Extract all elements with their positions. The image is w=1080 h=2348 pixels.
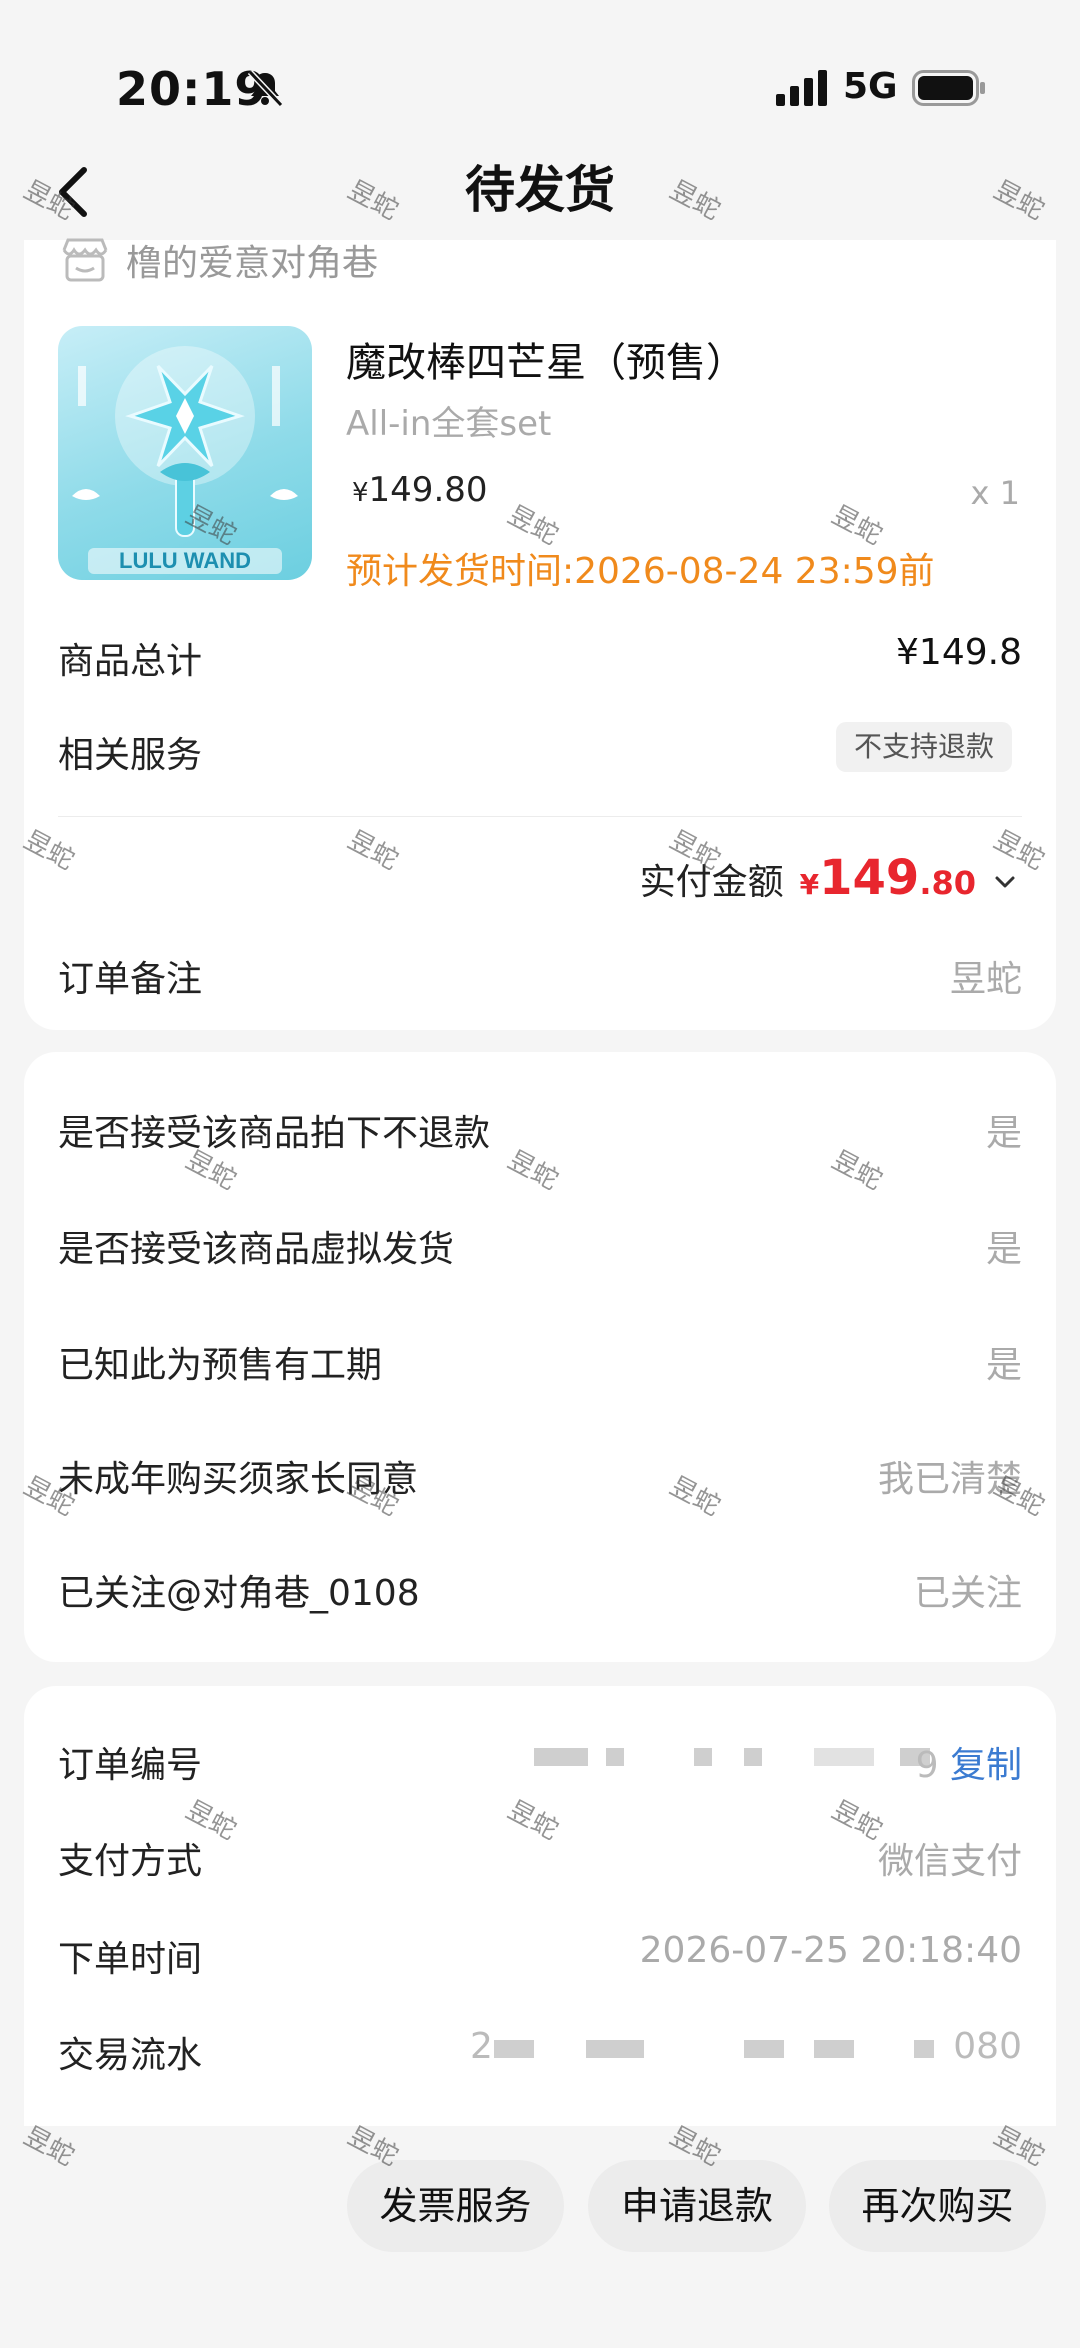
product-price-value: 149.80 <box>368 470 488 510</box>
transaction-tail: 080 <box>953 2026 1022 2067</box>
question-value: 已关注 <box>913 1573 1022 1614</box>
product-image[interactable]: LULU WAND <box>58 326 312 580</box>
product-price: ¥149.80 <box>352 470 488 510</box>
question-label: 已关注@对角巷_0108 <box>58 1573 420 1614</box>
redacted-block <box>744 1748 762 1766</box>
question-label: 已知此为预售有工期 <box>58 1345 383 1386</box>
page-title: 待发货 <box>465 161 615 219</box>
order-info-card: 订单编号 9 复制 支付方式 微信支付 下单时间 2026-07-25 20:1… <box>24 1686 1056 2136</box>
shop-row[interactable]: 橹的爱意对角巷 <box>58 238 378 284</box>
copy-button[interactable]: 复制 <box>950 1745 1022 1786</box>
transaction-label: 交易流水 <box>58 2035 203 2076</box>
signal-icon <box>776 70 827 106</box>
refund-button[interactable]: 申请退款 <box>588 2160 806 2252</box>
pay-method-label: 支付方式 <box>58 1841 203 1882</box>
redacted-block <box>694 1748 712 1766</box>
goods-total-label: 商品总计 <box>58 641 203 682</box>
redacted-block <box>814 1748 874 1766</box>
redacted-block <box>606 1748 624 1766</box>
question-label: 未成年购买须家长同意 <box>58 1459 419 1500</box>
wand-illustration: LULU WAND <box>72 346 298 574</box>
paid-label: 实付金额 <box>639 862 784 903</box>
product-image-text: LULU WAND <box>119 548 251 573</box>
bottom-action-bar: 发票服务 申请退款 再次购买 <box>0 2126 1080 2348</box>
redacted-block <box>914 2040 934 2058</box>
rebuy-button[interactable]: 再次购买 <box>829 2160 1046 2252</box>
question-label: 是否接受该商品虚拟发货 <box>58 1229 455 1270</box>
paid-symbol: ¥ <box>799 868 820 901</box>
ship-time: 预计发货时间:2026-08-24 23:59前 <box>346 551 935 592</box>
redacted-block <box>494 2040 534 2058</box>
remark-value[interactable]: 昱蛇 <box>950 950 1022 1002</box>
shop-name: 橹的爱意对角巷 <box>126 243 379 284</box>
paid-amount-row[interactable]: 实付金额 ¥ 149 .80 <box>640 850 1020 906</box>
order-product-card: 橹的爱意对角巷 LULU WAND 魔改棒四芒星（预售） All-in全套set… <box>24 238 1056 1030</box>
order-time-value: 2026-07-25 20:18:40 <box>639 1930 1022 1971</box>
product-price-symbol: ¥ <box>352 478 369 508</box>
paid-decimal: .80 <box>919 864 976 902</box>
question-value: 是 <box>985 1229 1022 1270</box>
network-label: 5G <box>843 66 898 107</box>
redacted-block <box>586 2040 644 2058</box>
order-number-label: 订单编号 <box>58 1745 203 1786</box>
transaction-head: 2 <box>470 2026 493 2067</box>
paid-integer: 149 <box>819 850 920 906</box>
remark-label: 订单备注 <box>58 959 203 1000</box>
redacted-block <box>814 2040 854 2058</box>
order-time-label: 下单时间 <box>58 1939 203 1980</box>
question-value: 是 <box>985 1113 1022 1154</box>
confirmation-card: 是否接受该商品拍下不退款 是 是否接受该商品虚拟发货 是 已知此为预售有工期 是… <box>24 1052 1056 1662</box>
status-bar: 20:19 5G <box>0 0 1080 150</box>
redacted-block <box>744 2040 784 2058</box>
product-quantity: x 1 <box>970 474 1020 512</box>
nav-bar: 待发货 <box>0 140 1080 240</box>
goods-total-value: ¥149.8 <box>896 632 1022 673</box>
product-spec: All-in全套set <box>346 404 552 444</box>
service-label: 相关服务 <box>58 735 203 776</box>
question-label: 是否接受该商品拍下不退款 <box>58 1113 491 1154</box>
divider <box>58 816 1022 817</box>
service-tag: 不支持退款 <box>835 722 1012 772</box>
pay-method-value: 微信支付 <box>877 1841 1022 1882</box>
order-number-tail: 9 <box>915 1745 939 1786</box>
question-value: 是 <box>985 1345 1022 1386</box>
order-number-value: 9 复制 <box>916 1736 1022 1788</box>
product-title[interactable]: 魔改棒四芒星（预售） <box>346 330 746 388</box>
invoice-button[interactable]: 发票服务 <box>347 2160 564 2252</box>
shop-icon <box>62 238 108 282</box>
battery-icon <box>912 70 985 106</box>
redacted-block <box>534 1748 588 1766</box>
bell-off-icon <box>247 69 284 108</box>
chevron-down-icon <box>995 876 1015 888</box>
question-value: 我已清楚 <box>877 1459 1022 1500</box>
